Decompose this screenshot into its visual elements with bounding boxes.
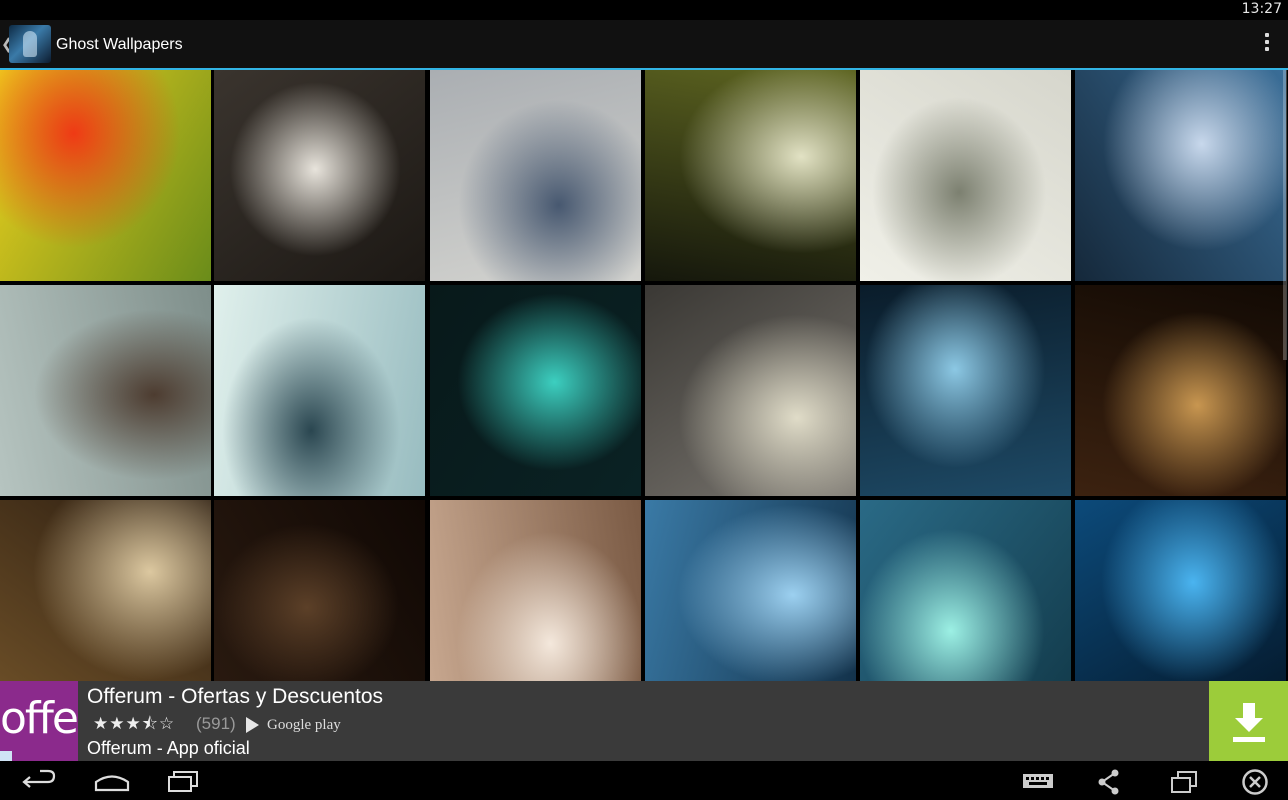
wallpaper-chapel-ghost[interactable] xyxy=(645,285,856,496)
overflow-menu-icon[interactable] xyxy=(1264,33,1270,55)
wallpaper-red-ghost[interactable] xyxy=(0,70,211,281)
google-play-icon xyxy=(246,717,259,733)
wallpaper-dark-library[interactable] xyxy=(214,500,425,681)
window-icon[interactable] xyxy=(1170,761,1198,800)
wallpaper-girl-with-ghosts[interactable] xyxy=(0,285,211,496)
wallpaper-gray-specters[interactable] xyxy=(430,70,641,281)
wallpaper-window-ghost[interactable] xyxy=(0,500,211,681)
ghost-app-icon[interactable] xyxy=(9,25,51,63)
close-circle-icon[interactable] xyxy=(1240,761,1270,800)
wallpaper-mist-spirit[interactable] xyxy=(860,500,1071,681)
navigation-bar xyxy=(0,761,1288,800)
ad-title[interactable]: Offerum - Ofertas y Descuentos xyxy=(87,685,383,709)
ad-logo-text: offe xyxy=(0,693,78,744)
wallpaper-teal-phantom[interactable] xyxy=(430,285,641,496)
ad-store-label: Google play xyxy=(267,717,341,733)
wallpaper-blue-boy-ghost[interactable] xyxy=(645,500,856,681)
ad-rating-count: (591) xyxy=(196,714,236,733)
wallpaper-ghost-lights[interactable] xyxy=(214,70,425,281)
keyboard-icon[interactable] xyxy=(1022,761,1054,800)
wallpaper-blue-face[interactable] xyxy=(1075,500,1286,681)
ad-download-button[interactable] xyxy=(1209,681,1288,761)
status-bar: 13:27 xyxy=(0,0,1288,20)
recent-apps-icon[interactable] xyxy=(167,761,201,800)
ad-rating-stars: ★★★⯪☆ xyxy=(93,714,176,734)
wallpaper-ghostly-hand[interactable] xyxy=(860,70,1071,281)
wallpaper-ghost-bride[interactable] xyxy=(645,70,856,281)
wallpaper-blue-forest[interactable] xyxy=(860,285,1071,496)
wallpaper-boat-spirit[interactable] xyxy=(1075,70,1286,281)
back-icon[interactable] xyxy=(18,761,60,800)
share-icon[interactable] xyxy=(1096,761,1122,800)
wallpaper-haunted-room[interactable] xyxy=(214,285,425,496)
action-bar: ❮ Ghost Wallpapers xyxy=(0,20,1288,70)
download-icon xyxy=(1233,703,1265,742)
ad-logo[interactable]: offe xyxy=(0,681,78,761)
wallpaper-sepia-gown[interactable] xyxy=(430,500,641,681)
adchoices-icon[interactable] xyxy=(0,751,12,761)
grid-scrollbar[interactable] xyxy=(1283,70,1287,360)
home-icon[interactable] xyxy=(92,761,132,800)
ad-subtitle: Offerum - App oficial xyxy=(87,738,250,758)
wallpaper-grid xyxy=(0,70,1288,681)
app-title: Ghost Wallpapers xyxy=(56,36,183,53)
wallpaper-dark-hallway[interactable] xyxy=(1075,285,1286,496)
status-time: 13:27 xyxy=(1241,1,1282,17)
ad-banner[interactable]: offe Offerum - Ofertas y Descuentos ★★★⯪… xyxy=(0,681,1288,761)
